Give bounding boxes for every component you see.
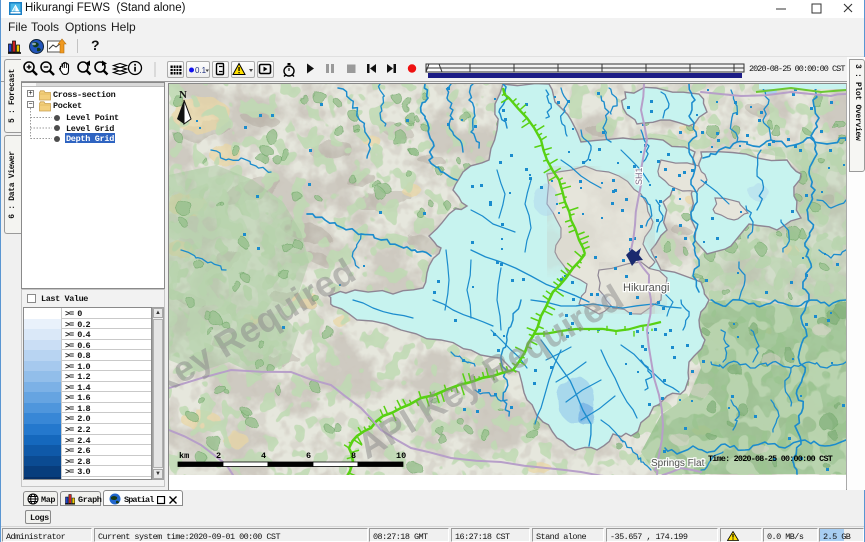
svg-text:km: km [179,451,189,461]
svg-text:4: 4 [261,451,266,461]
svg-text:Time: 2020-08-25 00:00:00 CST: Time: 2020-08-25 00:00:00 CST [708,454,833,464]
svg-text:0.1: 0.1 [195,66,207,75]
svg-text:10: 10 [396,451,406,461]
svg-text:SH1: SH1 [634,167,644,185]
svg-text:Hikurangi: Hikurangi [623,282,669,294]
svg-text:Springs Flat: Springs Flat [651,458,705,469]
svg-text:2: 2 [216,451,221,461]
svg-text:6: 6 [306,451,311,461]
svg-text:N: N [179,89,187,101]
svg-text:8: 8 [351,451,356,461]
